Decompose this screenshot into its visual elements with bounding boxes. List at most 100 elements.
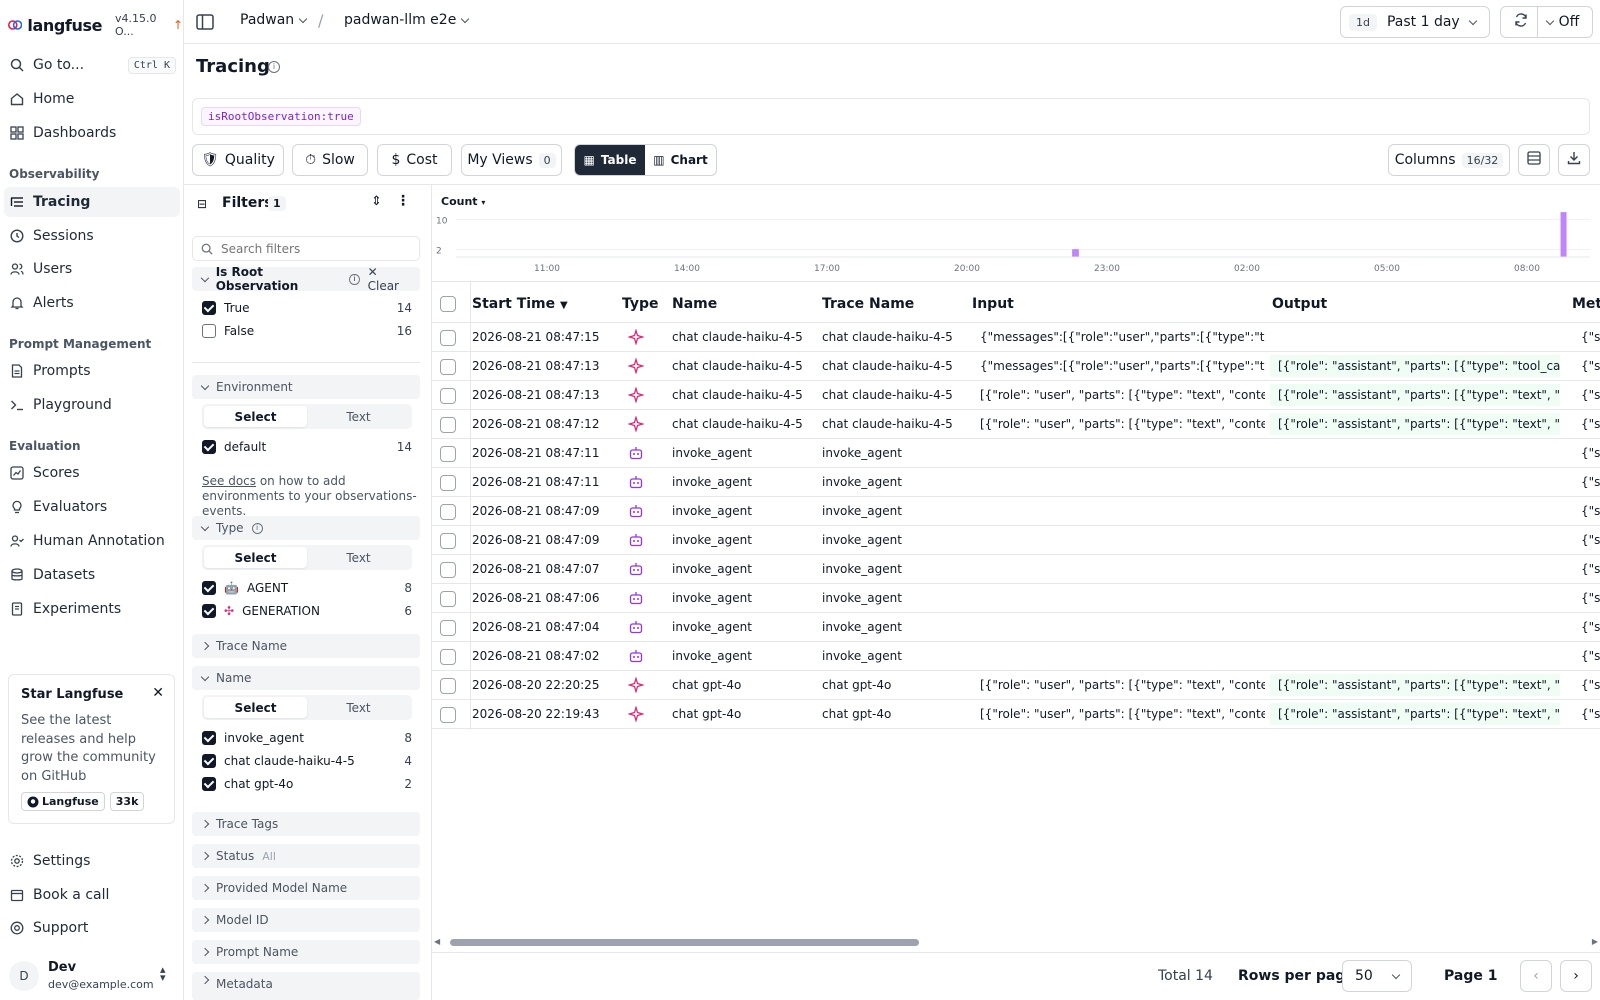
sidebar-item-scores[interactable]: Scores: [4, 458, 180, 488]
filter-option[interactable]: default 14: [202, 438, 412, 456]
sidebar-item-settings[interactable]: Settings: [4, 846, 180, 876]
cell-trace-name[interactable]: chat claude-haiku-4-5: [822, 359, 962, 373]
next-page-button[interactable]: ›: [1560, 960, 1592, 992]
table-row[interactable]: 2026-08-21 08:47:11 invoke_agent invoke_ag…: [432, 439, 1600, 468]
row-checkbox[interactable]: [440, 330, 456, 346]
column-header-input[interactable]: Input: [972, 296, 1014, 312]
cell-name[interactable]: chat claude-haiku-4-5: [672, 359, 812, 373]
table-row[interactable]: 2026-08-21 08:47:12 chat claude-haiku-4-5…: [432, 410, 1600, 439]
cell-metadata[interactable]: {"sc: [1581, 562, 1600, 576]
column-header-name[interactable]: Name: [672, 296, 717, 312]
filter-search-input[interactable]: [221, 241, 401, 256]
filter-option[interactable]: chat gpt-4o 2: [202, 775, 412, 793]
cell-name[interactable]: invoke_agent: [672, 649, 812, 663]
column-header-output[interactable]: Output: [1272, 296, 1327, 312]
chart-view-button[interactable]: ▥ Chart: [645, 145, 716, 175]
cell-input[interactable]: {"messages":[{"role":"user","parts":[{"t…: [980, 330, 1265, 344]
row-checkbox[interactable]: [440, 620, 456, 636]
query-bar[interactable]: isRootObservation:true: [192, 98, 1590, 135]
table-view-button[interactable]: ▦ Table: [575, 145, 645, 175]
mode-select[interactable]: Select: [204, 406, 307, 427]
row-checkbox[interactable]: [440, 649, 456, 665]
filter-group-metadata[interactable]: Metadata: [192, 972, 420, 1000]
table-row[interactable]: 2026-08-21 08:47:13 chat claude-haiku-4-5…: [432, 352, 1600, 381]
filter-group-root-observation[interactable]: Is Root Observation i ✕ Clear: [192, 265, 420, 293]
sidebar-item-sessions[interactable]: Sessions: [4, 221, 180, 251]
scrollbar-thumb[interactable]: [450, 939, 919, 946]
info-icon[interactable]: i: [251, 522, 263, 534]
goto-button[interactable]: Go to... Ctrl K: [4, 50, 180, 80]
quality-preset-button[interactable]: 🛡 Quality: [192, 144, 284, 176]
cell-metadata[interactable]: {"sc: [1581, 475, 1600, 489]
filter-group-prompt-name[interactable]: Prompt Name: [192, 940, 420, 964]
checkbox[interactable]: [202, 440, 216, 454]
cell-metadata[interactable]: {"sc: [1581, 359, 1600, 373]
sidebar-item-dashboards[interactable]: Dashboards: [4, 118, 180, 148]
filter-option[interactable]: 🤖 AGENT 8: [202, 579, 412, 597]
horizontal-scrollbar[interactable]: ◀ ▶: [432, 937, 1600, 949]
cell-output[interactable]: [{"role": "assistant", "parts": [{"type"…: [1270, 355, 1560, 377]
cell-name[interactable]: chat claude-haiku-4-5: [672, 388, 812, 402]
cell-metadata[interactable]: {"sc: [1581, 330, 1600, 344]
filter-option[interactable]: True 14: [202, 299, 412, 317]
checkbox[interactable]: [202, 777, 216, 791]
cell-name[interactable]: invoke_agent: [672, 533, 812, 547]
row-checkbox[interactable]: [440, 707, 456, 723]
cell-name[interactable]: invoke_agent: [672, 591, 812, 605]
table-row[interactable]: 2026-08-21 08:47:04 invoke_agent invoke_ag…: [432, 613, 1600, 642]
sidebar-item-tracing[interactable]: Tracing: [4, 187, 180, 217]
sidebar-toggle-icon[interactable]: [196, 13, 214, 35]
cell-name[interactable]: chat claude-haiku-4-5: [672, 330, 812, 344]
checkbox[interactable]: [202, 754, 216, 768]
column-header-start-time[interactable]: Start Time ▼: [472, 296, 568, 312]
date-range-picker[interactable]: 1d Past 1 day: [1340, 6, 1490, 38]
filter-group-type[interactable]: Type i: [192, 516, 420, 540]
mode-text[interactable]: Text: [307, 406, 410, 427]
checkbox[interactable]: [202, 581, 216, 595]
checkbox[interactable]: [202, 604, 216, 618]
row-checkbox[interactable]: [440, 533, 456, 549]
column-header-type[interactable]: Type: [622, 296, 659, 312]
row-checkbox[interactable]: [440, 388, 456, 404]
row-checkbox[interactable]: [440, 562, 456, 578]
table-row[interactable]: 2026-08-21 08:47:09 invoke_agent invoke_ag…: [432, 526, 1600, 555]
sidebar-item-evaluators[interactable]: Evaluators: [4, 492, 180, 522]
refresh-icon[interactable]: [1514, 13, 1528, 31]
cell-output[interactable]: [{"role": "assistant", "parts": [{"type"…: [1270, 413, 1560, 435]
cell-input[interactable]: {"messages":[{"role":"user","parts":[{"t…: [980, 359, 1265, 373]
previous-page-button[interactable]: ‹: [1520, 960, 1552, 992]
cell-trace-name[interactable]: invoke_agent: [822, 591, 962, 605]
breadcrumb-project[interactable]: padwan-llm e2e: [344, 12, 470, 28]
filter-group-provided-model[interactable]: Provided Model Name: [192, 876, 420, 900]
filter-group-trace-tags[interactable]: Trace Tags: [192, 812, 420, 836]
checkbox[interactable]: [202, 731, 216, 745]
cell-metadata[interactable]: {"sc: [1581, 388, 1600, 402]
info-icon[interactable]: i: [349, 273, 360, 285]
github-star-button[interactable]: Langfuse: [21, 792, 105, 811]
cell-trace-name[interactable]: invoke_agent: [822, 620, 962, 634]
close-icon[interactable]: ✕: [152, 685, 164, 701]
row-checkbox[interactable]: [440, 446, 456, 462]
filter-group-name[interactable]: Name: [192, 666, 420, 690]
chart-metric-selector[interactable]: Count ▾: [441, 195, 485, 208]
filter-group-status[interactable]: Status All: [192, 844, 420, 868]
cell-metadata[interactable]: {"sc: [1581, 649, 1600, 663]
table-row[interactable]: 2026-08-21 08:47:06 invoke_agent invoke_ag…: [432, 584, 1600, 613]
row-checkbox[interactable]: [440, 359, 456, 375]
cell-metadata[interactable]: {"sc: [1581, 707, 1600, 721]
columns-button[interactable]: Columns 16/32: [1388, 144, 1510, 176]
table-row[interactable]: 2026-08-21 08:47:15 chat claude-haiku-4-5…: [432, 323, 1600, 352]
cell-metadata[interactable]: {"sc: [1581, 417, 1600, 431]
cell-name[interactable]: chat gpt-4o: [672, 707, 812, 721]
filter-group-model-id[interactable]: Model ID: [192, 908, 420, 932]
cell-name[interactable]: invoke_agent: [672, 446, 812, 460]
select-all-checkbox[interactable]: [440, 296, 456, 316]
breadcrumb-org[interactable]: Padwan: [240, 12, 308, 28]
chevrons-up-down-icon[interactable]: ▴ ▾: [160, 964, 166, 983]
table-row[interactable]: 2026-08-21 08:47:02 invoke_agent invoke_ag…: [432, 642, 1600, 671]
filter-option[interactable]: ✣ GENERATION 6: [202, 602, 412, 620]
row-density-button[interactable]: [1518, 144, 1550, 176]
scroll-right-icon[interactable]: ▶: [1592, 937, 1598, 946]
table-row[interactable]: 2026-08-21 08:47:07 invoke_agent invoke_ag…: [432, 555, 1600, 584]
sidebar-item-book-call[interactable]: Book a call: [4, 880, 180, 910]
